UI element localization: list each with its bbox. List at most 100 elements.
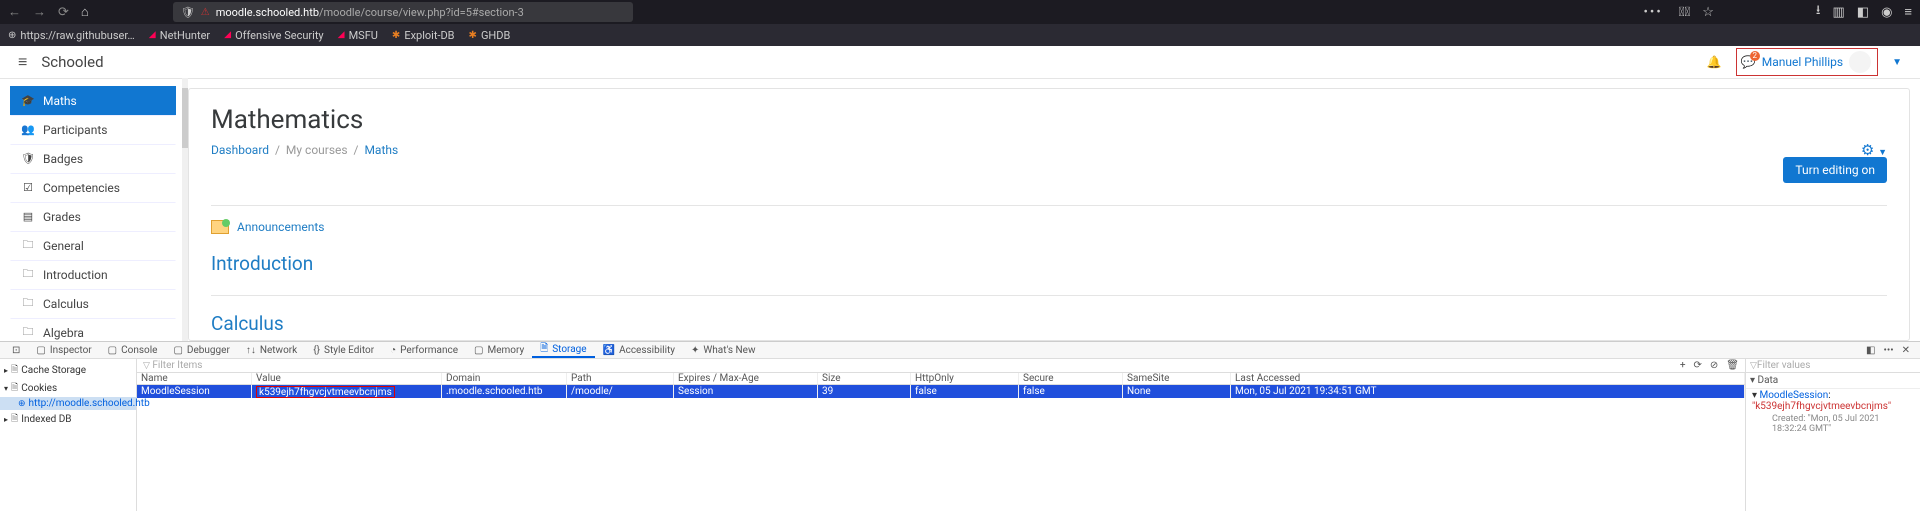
col-httponly[interactable]: HttpOnly: [911, 373, 1019, 384]
bookmark-label: MSFU: [349, 29, 378, 42]
tree-cache-storage[interactable]: ▸🗎Cache Storage: [0, 361, 136, 379]
col-samesite[interactable]: SameSite: [1123, 373, 1231, 384]
library-icon[interactable]: ▥: [1832, 5, 1844, 20]
section-calculus[interactable]: Calculus: [211, 295, 1887, 335]
bookmark-item[interactable]: ⊕https://raw.githubuser…: [8, 29, 135, 42]
sidebar-item-algebra[interactable]: 🗀Algebra: [10, 318, 176, 341]
sidebar-item-grades[interactable]: ▤ Grades: [10, 202, 176, 231]
bookmark-item[interactable]: ✱GHDB: [469, 29, 511, 42]
sidebar-item-introduction[interactable]: 🗀Introduction: [10, 260, 176, 289]
tab-whats-new[interactable]: ✦What's New: [683, 342, 763, 358]
sidebar-icon[interactable]: ◧: [1857, 5, 1869, 20]
tab-network[interactable]: ↑↓Network: [238, 342, 305, 358]
add-item-icon[interactable]: +: [1680, 360, 1686, 371]
hamburger-icon[interactable]: ≡: [18, 52, 27, 72]
col-name[interactable]: Name: [137, 373, 252, 384]
refresh-icon[interactable]: ⟳: [1694, 360, 1702, 371]
sidebar-label: Competencies: [43, 181, 120, 195]
section-introduction[interactable]: Introduction: [211, 252, 1887, 275]
downloads-icon[interactable]: ⭳: [1816, 1, 1821, 23]
tab-storage[interactable]: 🗎Storage: [532, 342, 594, 358]
col-domain[interactable]: Domain: [442, 373, 567, 384]
bookmark-label: NetHunter: [160, 29, 210, 42]
bookmark-item[interactable]: ◢ Offensive Security: [224, 29, 323, 42]
bookmark-label: Offensive Security: [235, 29, 324, 42]
folder-icon: 🗀: [21, 323, 35, 341]
nav-reload-icon[interactable]: ⟳: [58, 5, 69, 20]
nav-back-icon[interactable]: ←: [8, 4, 21, 20]
sidebar-item-competencies[interactable]: ☑ Competencies: [10, 173, 176, 202]
data-header[interactable]: ▾ Data: [1746, 373, 1920, 389]
site-brand[interactable]: Schooled: [41, 53, 103, 71]
delete-icon[interactable]: 🗑: [1726, 360, 1739, 371]
tab-console[interactable]: ▢Console: [100, 342, 166, 358]
tab-performance[interactable]: ◔Performance: [382, 342, 466, 358]
shield-icon: 🛡: [181, 6, 195, 19]
tab-accessibility[interactable]: ♿Accessibility: [595, 342, 683, 358]
tree-indexed-db[interactable]: ▸🗎Indexed DB: [0, 410, 136, 428]
bookmark-item[interactable]: ◢MSFU: [338, 29, 378, 42]
bookmark-item[interactable]: ✱Exploit-DB: [392, 29, 455, 42]
col-size[interactable]: Size: [818, 373, 911, 384]
moodle-navbar: ≡ Schooled 🔔 💬2 Manuel Phillips ▼: [0, 46, 1920, 78]
user-name: Manuel Phillips: [1762, 55, 1843, 69]
tab-inspector[interactable]: ▢Inspector: [28, 342, 99, 358]
cookie-table-panel: ▽ Filter Items + ⟳ ⊘ 🗑 Name Value Domain…: [137, 359, 1745, 511]
sidebar-label: Grades: [43, 210, 81, 224]
col-secure[interactable]: Secure: [1019, 373, 1123, 384]
col-lastaccessed[interactable]: Last Accessed: [1231, 373, 1745, 384]
user-caret-icon[interactable]: ▼: [1892, 57, 1902, 68]
col-expires[interactable]: Expires / Max-Age: [674, 373, 818, 384]
col-value[interactable]: Value: [252, 373, 442, 384]
sidebar-item-badges[interactable]: 🛡Badges: [10, 144, 176, 173]
filter-items-input[interactable]: ▽ Filter Items: [137, 360, 1674, 371]
grades-icon: ▤: [21, 210, 35, 223]
announcements-link[interactable]: Announcements: [211, 220, 1887, 234]
messages-icon[interactable]: 💬2: [1741, 55, 1756, 69]
dock-side-icon[interactable]: ◧: [1866, 345, 1875, 356]
crumb-dashboard[interactable]: Dashboard: [211, 143, 269, 157]
crumb-current[interactable]: Maths: [364, 143, 398, 157]
grad-icon: 🎓: [21, 94, 35, 107]
col-path[interactable]: Path: [567, 373, 674, 384]
user-menu[interactable]: 💬2 Manuel Phillips: [1736, 48, 1878, 76]
cell-lastaccessed: Mon, 05 Jul 2021 19:34:51 GMT: [1231, 385, 1745, 398]
moodle-page: ≡ Schooled 🔔 💬2 Manuel Phillips ▼ 🎓 Maths…: [0, 46, 1920, 341]
sidebar-item-participants[interactable]: 👥Participants: [10, 115, 176, 144]
cell-path: /moodle/: [567, 385, 674, 398]
check-icon: ☑: [21, 181, 35, 194]
tab-memory[interactable]: ▢Memory: [466, 342, 532, 358]
tab-debugger[interactable]: ▢Debugger: [165, 342, 237, 358]
sidebar-item-general[interactable]: 🗀General: [10, 231, 176, 260]
kali-icon: ◢: [224, 30, 231, 40]
kali-icon: ◢: [149, 30, 156, 40]
filter-values-input[interactable]: ▽ Filter values: [1746, 359, 1920, 373]
bell-icon[interactable]: 🔔: [1707, 55, 1722, 69]
sidebar-label: Calculus: [43, 297, 89, 311]
nav-home-icon[interactable]: ⌂: [81, 4, 89, 20]
pick-element-icon[interactable]: ⊡: [4, 342, 28, 358]
sidebar-label: Participants: [43, 123, 107, 137]
tree-cookie-host[interactable]: ⊕http://moodle.schooled.htb: [0, 397, 136, 410]
devtools-more-icon[interactable]: •••: [1883, 345, 1893, 356]
url-bar[interactable]: 🛡 ⚠ moodle.schooled.htb/moodle/course/vi…: [173, 2, 633, 22]
tree-cookies[interactable]: ▾🗎Cookies: [0, 379, 136, 397]
devtools-tabs: ⊡ ▢Inspector ▢Console ▢Debugger ↑↓Networ…: [0, 342, 1920, 359]
turn-editing-on-button[interactable]: Turn editing on: [1783, 157, 1887, 183]
reader-icon[interactable]: ✓⃝: [1679, 5, 1691, 20]
crumb-mycourses: My courses: [286, 143, 348, 157]
menu-icon[interactable]: ≡: [1904, 4, 1912, 20]
page-actions-icon[interactable]: •••: [1644, 5, 1663, 20]
bookmark-star-icon[interactable]: ☆: [1702, 5, 1714, 20]
sidebar-item-calculus[interactable]: 🗀Calculus: [10, 289, 176, 318]
devtools-close-icon[interactable]: ✕: [1902, 345, 1910, 356]
delete-all-icon[interactable]: ⊘: [1710, 360, 1718, 371]
bookmark-item[interactable]: ◢ NetHunter: [149, 29, 210, 42]
badge-icon: 🛡: [21, 152, 35, 165]
tab-style-editor[interactable]: {}Style Editor: [305, 342, 382, 358]
cookie-row[interactable]: MoodleSession k539ejh7fhgvcjvtmeevbcnjms…: [137, 385, 1745, 398]
sidebar-label: Maths: [43, 94, 77, 108]
account-icon[interactable]: ◉: [1881, 5, 1892, 20]
sidebar-item-maths[interactable]: 🎓 Maths: [10, 86, 176, 115]
cell-size: 39: [818, 385, 911, 398]
